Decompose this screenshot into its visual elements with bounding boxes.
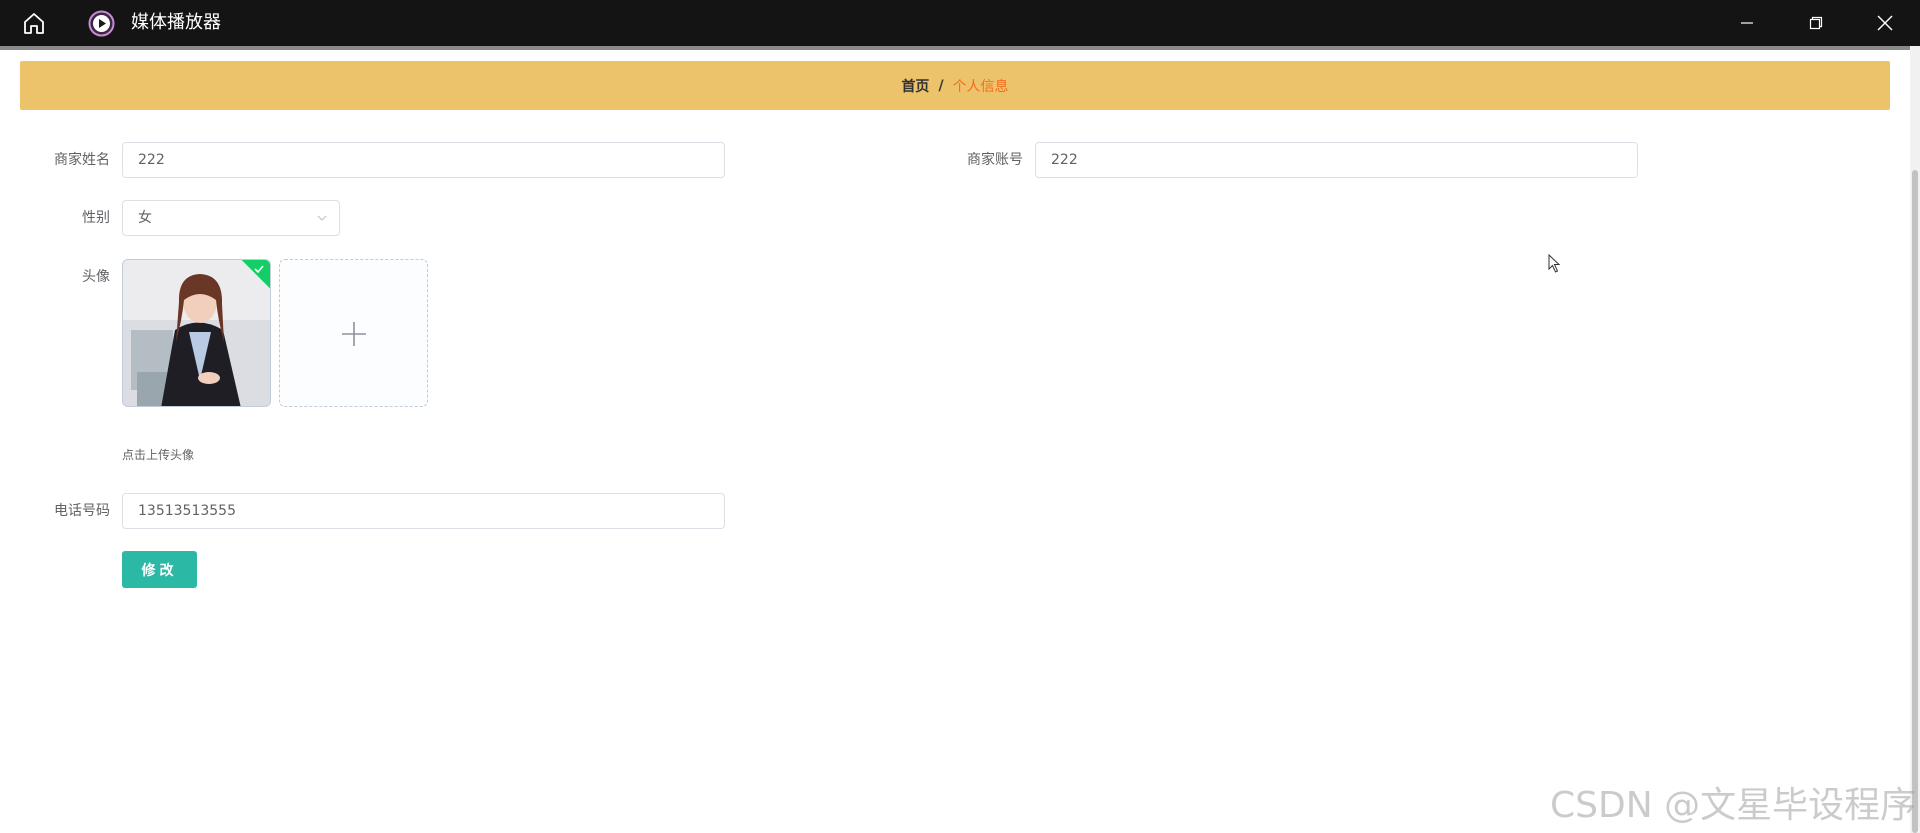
minimize-icon — [1741, 22, 1753, 24]
gender-select[interactable]: 女 — [122, 200, 340, 236]
plus-icon — [342, 322, 366, 346]
phone-label: 电话号码 — [54, 503, 110, 519]
avatar-image[interactable] — [122, 259, 271, 407]
avatar-photo — [123, 260, 270, 406]
breadcrumb-current: 个人信息 — [952, 78, 1009, 95]
maximize-icon — [1809, 16, 1823, 30]
chevron-down-icon — [317, 215, 327, 221]
merchant-name-label: 商家姓名 — [54, 152, 110, 168]
maximize-button[interactable] — [1782, 0, 1850, 46]
header-divider — [0, 46, 1910, 50]
merchant-account-label: 商家账号 — [967, 152, 1023, 168]
avatar-upload-button[interactable] — [279, 259, 428, 407]
home-icon[interactable] — [21, 10, 47, 36]
media-player-logo-icon — [88, 10, 115, 37]
modify-button[interactable]: 修改 — [122, 551, 197, 588]
avatar-upload-tip: 点击上传头像 — [122, 448, 195, 462]
breadcrumb: 首页 / 个人信息 — [20, 61, 1890, 110]
breadcrumb-home[interactable]: 首页 — [901, 76, 929, 96]
minimize-button[interactable] — [1713, 0, 1781, 46]
mouse-cursor-icon — [1548, 254, 1561, 273]
close-icon — [1877, 15, 1893, 31]
watermark: CSDN @文星毕设程序 — [1550, 785, 1917, 826]
gender-label: 性别 — [82, 210, 110, 226]
close-button[interactable] — [1851, 0, 1919, 46]
gender-value: 女 — [138, 210, 152, 226]
scrollbar-thumb[interactable] — [1912, 170, 1918, 833]
phone-input[interactable]: 13513513555 — [122, 493, 725, 529]
breadcrumb-separator: / — [938, 77, 944, 94]
merchant-account-input[interactable]: 222 — [1035, 142, 1638, 178]
avatar-label: 头像 — [82, 269, 110, 285]
window-title: 媒体播放器 — [131, 12, 221, 33]
merchant-name-input[interactable]: 222 — [122, 142, 725, 178]
title-bar: 媒体播放器 — [0, 0, 1920, 46]
check-icon — [254, 265, 264, 274]
